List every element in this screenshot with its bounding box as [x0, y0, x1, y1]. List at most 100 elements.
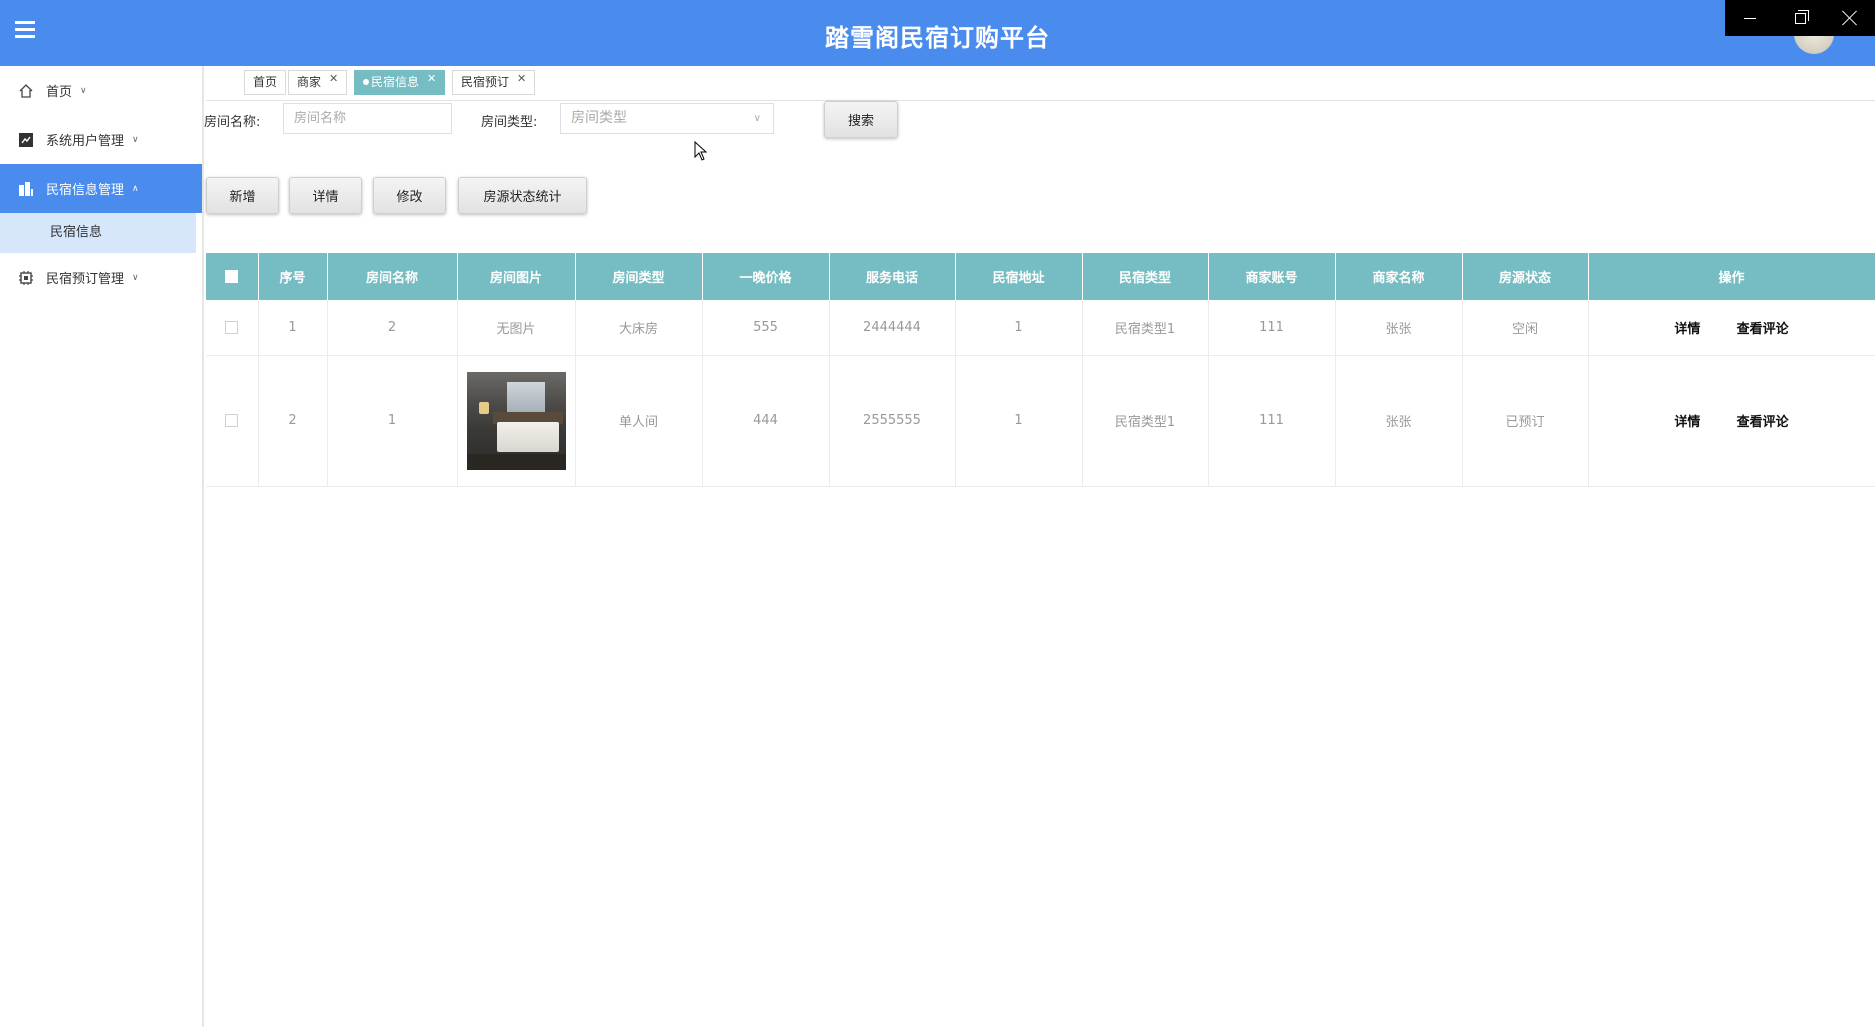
- room-image-cell: 无图片: [457, 300, 576, 356]
- chevron-down-icon: ∨: [132, 134, 139, 145]
- tab-label: 民宿信息: [371, 75, 420, 89]
- chevron-down-icon: ∨: [132, 272, 139, 283]
- chevron-down-icon: ∨: [753, 113, 761, 124]
- column-header: 房间类型: [575, 253, 703, 300]
- active-dot-icon: [363, 79, 369, 85]
- tab-home[interactable]: 首页: [244, 70, 287, 95]
- sidebar-item-homestay-info-mgmt[interactable]: 民宿信息管理 ∧: [0, 164, 202, 213]
- status-stats-button[interactable]: 房源状态统计: [458, 177, 587, 214]
- edit-button[interactable]: 修改: [373, 177, 446, 214]
- add-button[interactable]: 新增: [206, 177, 279, 214]
- room-type-placeholder: 房间类型: [571, 110, 627, 126]
- column-header: 商家名称: [1335, 253, 1463, 300]
- detail-button[interactable]: 详情: [289, 177, 362, 214]
- room-name-cell: 2: [327, 300, 458, 356]
- index-cell: 1: [258, 300, 328, 356]
- sidebar-item-system-users[interactable]: 系统用户管理 ∨: [0, 115, 202, 164]
- app-title: 踏雪阁民宿订购平台: [825, 24, 1050, 52]
- room-name-cell: 1: [327, 355, 458, 487]
- chart-icon: [18, 132, 34, 148]
- status-cell: 已预订: [1462, 355, 1589, 487]
- column-header: 商家账号: [1208, 253, 1336, 300]
- merchant-name-cell: 张张: [1335, 300, 1463, 356]
- minimize-icon[interactable]: [1725, 0, 1775, 36]
- price-cell: 555: [702, 300, 830, 356]
- row-checkbox[interactable]: [225, 320, 239, 334]
- row-checkbox[interactable]: [225, 414, 239, 427]
- room-type-cell: 大床房: [575, 300, 703, 356]
- room-type-label: 房间类型:: [481, 115, 538, 130]
- view-comments-link[interactable]: 查看评论: [1737, 415, 1789, 430]
- sidebar-item-label: 民宿预订管理: [46, 272, 125, 287]
- detail-link[interactable]: 详情: [1674, 415, 1700, 430]
- column-header: 房间图片: [457, 253, 576, 300]
- status-cell: 空闲: [1462, 300, 1589, 356]
- building-icon: [18, 181, 34, 197]
- room-image-cell: [457, 355, 576, 487]
- chevron-down-icon: ∨: [80, 85, 87, 96]
- merchant-name-cell: 张张: [1335, 355, 1463, 487]
- close-icon[interactable]: ✕: [517, 72, 526, 85]
- column-header: 序号: [258, 253, 328, 300]
- room-name-input[interactable]: 房间名称: [283, 103, 452, 134]
- tab-bar: 首页 商家 ✕ 民宿信息 ✕ 民宿预订 ✕: [206, 66, 1875, 101]
- close-icon[interactable]: ✕: [427, 72, 436, 85]
- address-cell: 1: [955, 300, 1083, 356]
- select-all-header: [206, 253, 259, 300]
- sidebar-item-label: 民宿信息管理: [46, 183, 125, 198]
- table-row[interactable]: 2 1 单人间 444 2555555 1 民宿类型1 111 张张 已预订 详…: [206, 355, 1875, 487]
- table-header-row: 序号 房间名称 房间图片 房间类型 一晚价格 服务电话 民宿地址 民宿类型 商家…: [206, 253, 1875, 300]
- search-button[interactable]: 搜索: [824, 101, 898, 138]
- sidebar-item-label: 首页: [46, 85, 73, 100]
- merchant-account-cell: 111: [1208, 300, 1336, 356]
- column-header: 房源状态: [1462, 253, 1589, 300]
- operations-cell: 详情 查看评论: [1588, 300, 1875, 356]
- merchant-account-cell: 111: [1208, 355, 1336, 487]
- home-icon: [18, 83, 34, 99]
- chevron-up-icon: ∧: [132, 183, 139, 194]
- homestay-type-cell: 民宿类型1: [1082, 300, 1209, 356]
- column-header: 民宿类型: [1082, 253, 1209, 300]
- price-cell: 444: [702, 355, 830, 487]
- room-type-cell: 单人间: [575, 355, 703, 487]
- chip-icon: [18, 270, 34, 286]
- tab-label: 首页: [253, 75, 278, 89]
- row-select-cell: [206, 355, 259, 487]
- tab-merchant[interactable]: 商家 ✕: [288, 70, 348, 95]
- close-icon[interactable]: [1825, 0, 1875, 36]
- column-header: 服务电话: [829, 253, 956, 300]
- tab-booking[interactable]: 民宿预订 ✕: [452, 70, 536, 95]
- column-header: 操作: [1588, 253, 1875, 300]
- sidebar-item-booking-mgmt[interactable]: 民宿预订管理 ∨: [0, 253, 202, 302]
- window-controls: [1725, 0, 1875, 36]
- data-table: 序号 房间名称 房间图片 房间类型 一晚价格 服务电话 民宿地址 民宿类型 商家…: [206, 253, 1875, 487]
- tab-label: 商家: [297, 75, 322, 89]
- sidebar-item-home[interactable]: 首页 ∨: [0, 66, 202, 115]
- sidebar-item-label: 系统用户管理: [46, 134, 125, 149]
- phone-cell: 2555555: [829, 355, 956, 487]
- table-row[interactable]: 1 2 无图片 大床房 555 2444444 1 民宿类型1 111 张张 空…: [206, 300, 1875, 356]
- top-header: 踏雪阁民宿订购平台: [0, 0, 1875, 66]
- tab-label: 民宿预订: [461, 75, 510, 89]
- column-header: 民宿地址: [955, 253, 1083, 300]
- close-icon[interactable]: ✕: [329, 72, 338, 85]
- homestay-type-cell: 民宿类型1: [1082, 355, 1209, 487]
- column-header: 一晚价格: [702, 253, 830, 300]
- sidebar: 首页 ∨ 系统用户管理 ∨ 民宿信息管理 ∧ 民宿信息 民宿预订管理 ∨: [0, 66, 204, 1027]
- tab-homestay-info[interactable]: 民宿信息 ✕: [354, 70, 446, 95]
- sidebar-subitem-homestay-info[interactable]: 民宿信息: [0, 213, 196, 253]
- restore-icon[interactable]: [1775, 0, 1825, 36]
- column-header: 房间名称: [327, 253, 458, 300]
- address-cell: 1: [955, 355, 1083, 487]
- row-select-cell: [206, 300, 259, 356]
- view-comments-link[interactable]: 查看评论: [1737, 322, 1789, 337]
- room-name-label: 房间名称:: [204, 115, 261, 130]
- phone-cell: 2444444: [829, 300, 956, 356]
- room-photo[interactable]: [466, 371, 566, 470]
- select-all-checkbox[interactable]: [225, 270, 239, 283]
- detail-link[interactable]: 详情: [1674, 322, 1700, 337]
- room-type-select[interactable]: 房间类型 ∨: [560, 103, 774, 134]
- index-cell: 2: [258, 355, 328, 487]
- mouse-cursor-icon: [694, 141, 708, 161]
- operations-cell: 详情 查看评论: [1588, 355, 1875, 487]
